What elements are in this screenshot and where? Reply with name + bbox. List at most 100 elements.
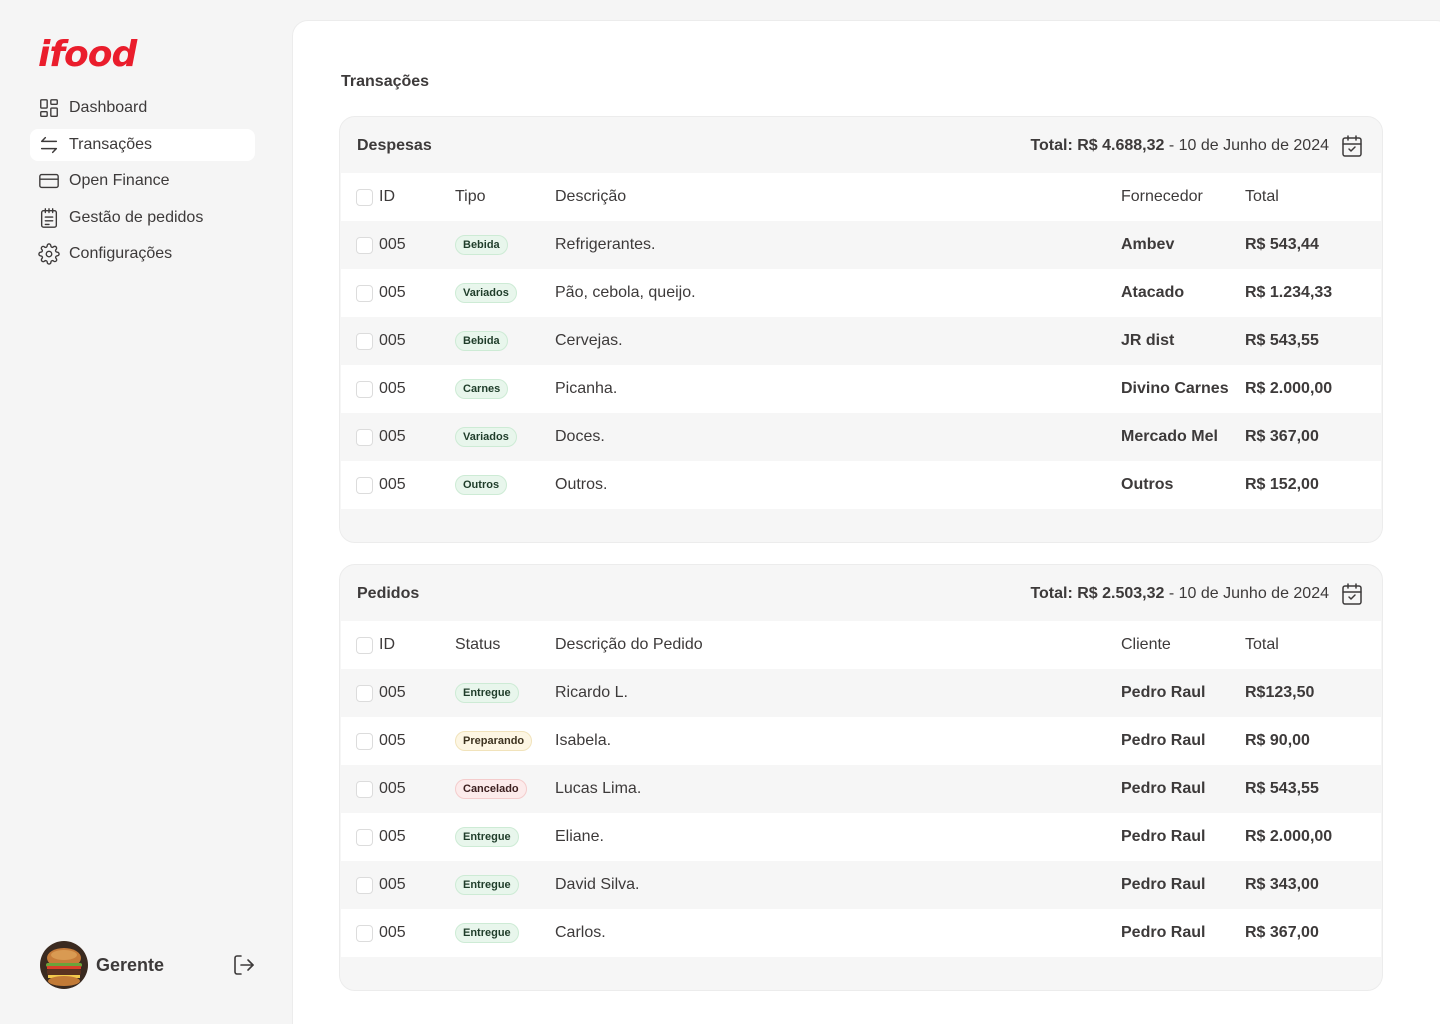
row-id: 005: [379, 284, 406, 301]
row-id: 005: [379, 332, 406, 349]
row-checkbox[interactable]: [356, 924, 373, 942]
row-party: Pedro Raul: [1121, 828, 1206, 845]
row-description: Pão, cebola, queijo.: [555, 284, 696, 301]
column-header-party[interactable]: Cliente: [1121, 621, 1171, 669]
status-badge: Bebida: [455, 235, 508, 255]
row-description: Cervejas.: [555, 332, 623, 349]
row-checkbox[interactable]: [356, 828, 373, 846]
column-header-tag[interactable]: Tipo: [455, 173, 486, 221]
row-checkbox[interactable]: [356, 476, 373, 494]
table-row[interactable]: 005 Carnes Picanha. Divino Carnes R$ 2.000,0…: [341, 365, 1381, 413]
row-id: 005: [379, 236, 406, 253]
row-checkbox[interactable]: [356, 732, 373, 750]
column-header-desc[interactable]: Descrição do Pedido: [555, 621, 703, 669]
sidebar-item-label: Transações: [69, 135, 152, 153]
table-row[interactable]: 005 Preparando Isabela. Pedro Raul R$ 90,00: [341, 717, 1381, 765]
row-total: R$ 543,44: [1245, 236, 1319, 253]
table-row[interactable]: 005 Variados Pão, cebola, queijo. Atacado R$…: [341, 269, 1381, 317]
sidebar-item-dashboard[interactable]: Dashboard: [30, 92, 255, 124]
sidebar-item-transacoes[interactable]: Transações: [30, 128, 255, 161]
row-id: 005: [379, 428, 406, 445]
row-description: Ricardo L.: [555, 684, 628, 701]
column-header-total[interactable]: Total: [1245, 621, 1279, 669]
clipboard-icon: [40, 207, 58, 228]
column-header-id[interactable]: ID: [379, 173, 395, 221]
table-header-row: ID Status Descrição do Pedido Cliente Total: [341, 621, 1381, 669]
row-checkbox[interactable]: [356, 428, 373, 446]
row-description: Lucas Lima.: [555, 780, 642, 797]
table-row[interactable]: 005 Variados Doces. Mercado Mel R$ 367,00: [341, 413, 1381, 461]
row-total: R$ 367,00: [1245, 428, 1319, 445]
table-row[interactable]: 005 Entregue Carlos. Pedro Raul R$ 367,00: [341, 909, 1381, 957]
expenses-total: Total: R$ 4.688,32 - 10 de Junho de 2024: [1030, 137, 1329, 154]
card-icon: [39, 173, 59, 189]
orders-total: Total: R$ 2.503,32 - 10 de Junho de 2024: [1030, 585, 1329, 602]
row-id: 005: [379, 732, 406, 749]
row-description: Isabela.: [555, 732, 612, 749]
sidebar-item-label: Gestão de pedidos: [69, 208, 204, 226]
column-header-party[interactable]: Fornecedor: [1121, 173, 1203, 221]
status-badge: Outros: [455, 475, 508, 495]
select-all-checkbox[interactable]: [356, 636, 373, 654]
sidebar-item-label: Dashboard: [69, 99, 148, 116]
ifood-logo[interactable]: ifood: [38, 34, 137, 75]
expenses-card-header: Despesas Total: R$ 4.688,32 - 10 de Junh…: [340, 117, 1382, 173]
row-checkbox[interactable]: [356, 684, 373, 702]
row-checkbox[interactable]: [356, 780, 373, 798]
sidebar-item-configuracoes[interactable]: Configurações: [30, 238, 255, 270]
row-description: Eliane.: [555, 828, 604, 845]
status-badge: Preparando: [455, 731, 533, 751]
status-badge: Entregue: [455, 827, 519, 847]
row-party: Outros: [1121, 476, 1174, 493]
select-all-checkbox[interactable]: [356, 188, 373, 206]
status-badge: Entregue: [455, 923, 519, 943]
row-checkbox[interactable]: [356, 876, 373, 894]
column-header-id[interactable]: ID: [379, 621, 395, 669]
row-party: Pedro Raul: [1121, 924, 1206, 941]
status-badge: Bebida: [455, 331, 508, 351]
table-row[interactable]: 005 Entregue Eliane. Pedro Raul R$ 2.000,00: [341, 813, 1381, 861]
avatar[interactable]: [40, 941, 88, 989]
column-header-desc[interactable]: Descrição: [555, 173, 626, 221]
logout-icon[interactable]: [232, 953, 256, 977]
row-checkbox[interactable]: [356, 380, 373, 398]
row-total: R$123,50: [1245, 684, 1315, 701]
table-row[interactable]: 005 Bebida Refrigerantes. Ambev R$ 543,44: [341, 221, 1381, 269]
row-party: JR dist: [1121, 332, 1175, 349]
sidebar-item-gestao-pedidos[interactable]: Gestão de pedidos: [30, 202, 255, 234]
table-row[interactable]: 005 Bebida Cervejas. JR dist R$ 543,55: [341, 317, 1381, 365]
table-row[interactable]: 005 Entregue Ricardo L. Pedro Raul R$123,50: [341, 669, 1381, 717]
orders-title: Pedidos: [357, 585, 420, 602]
arrows-swap-icon: [40, 136, 58, 153]
user-profile: Gerente: [40, 941, 256, 989]
status-badge: Entregue: [455, 875, 519, 895]
row-total: R$ 343,00: [1245, 876, 1319, 893]
table-row[interactable]: 005 Cancelado Lucas Lima. Pedro Raul R$ 543,…: [341, 765, 1381, 813]
row-party: Pedro Raul: [1121, 684, 1206, 701]
row-party: Pedro Raul: [1121, 876, 1206, 893]
row-id: 005: [379, 876, 406, 893]
sidebar-item-open-finance[interactable]: Open Finance: [30, 165, 255, 197]
row-party: Atacado: [1121, 284, 1185, 301]
sidebar-item-label: Open Finance: [69, 172, 170, 189]
status-badge: Entregue: [455, 683, 519, 703]
row-checkbox[interactable]: [356, 332, 373, 350]
table-row[interactable]: 005 Entregue David Silva. Pedro Raul R$ 343,…: [341, 861, 1381, 909]
row-party: Pedro Raul: [1121, 732, 1206, 749]
expenses-title: Despesas: [357, 137, 432, 154]
sidebar-nav: Dashboard Transações Open Finance Gestão…: [30, 92, 255, 275]
status-badge: Carnes: [455, 379, 509, 399]
column-header-total[interactable]: Total: [1245, 173, 1279, 221]
calendar-icon[interactable]: [1340, 582, 1364, 606]
column-header-tag[interactable]: Status: [455, 621, 500, 669]
status-badge: Variados: [455, 427, 517, 447]
row-total: R$ 2.000,00: [1245, 380, 1333, 397]
row-total: R$ 90,00: [1245, 732, 1310, 749]
row-checkbox[interactable]: [356, 284, 373, 302]
row-id: 005: [379, 380, 406, 397]
table-row[interactable]: 005 Outros Outros. Outros R$ 152,00: [341, 461, 1381, 509]
row-checkbox[interactable]: [356, 236, 373, 254]
row-total: R$ 2.000,00: [1245, 828, 1333, 845]
row-total: R$ 367,00: [1245, 924, 1319, 941]
calendar-icon[interactable]: [1340, 134, 1364, 158]
